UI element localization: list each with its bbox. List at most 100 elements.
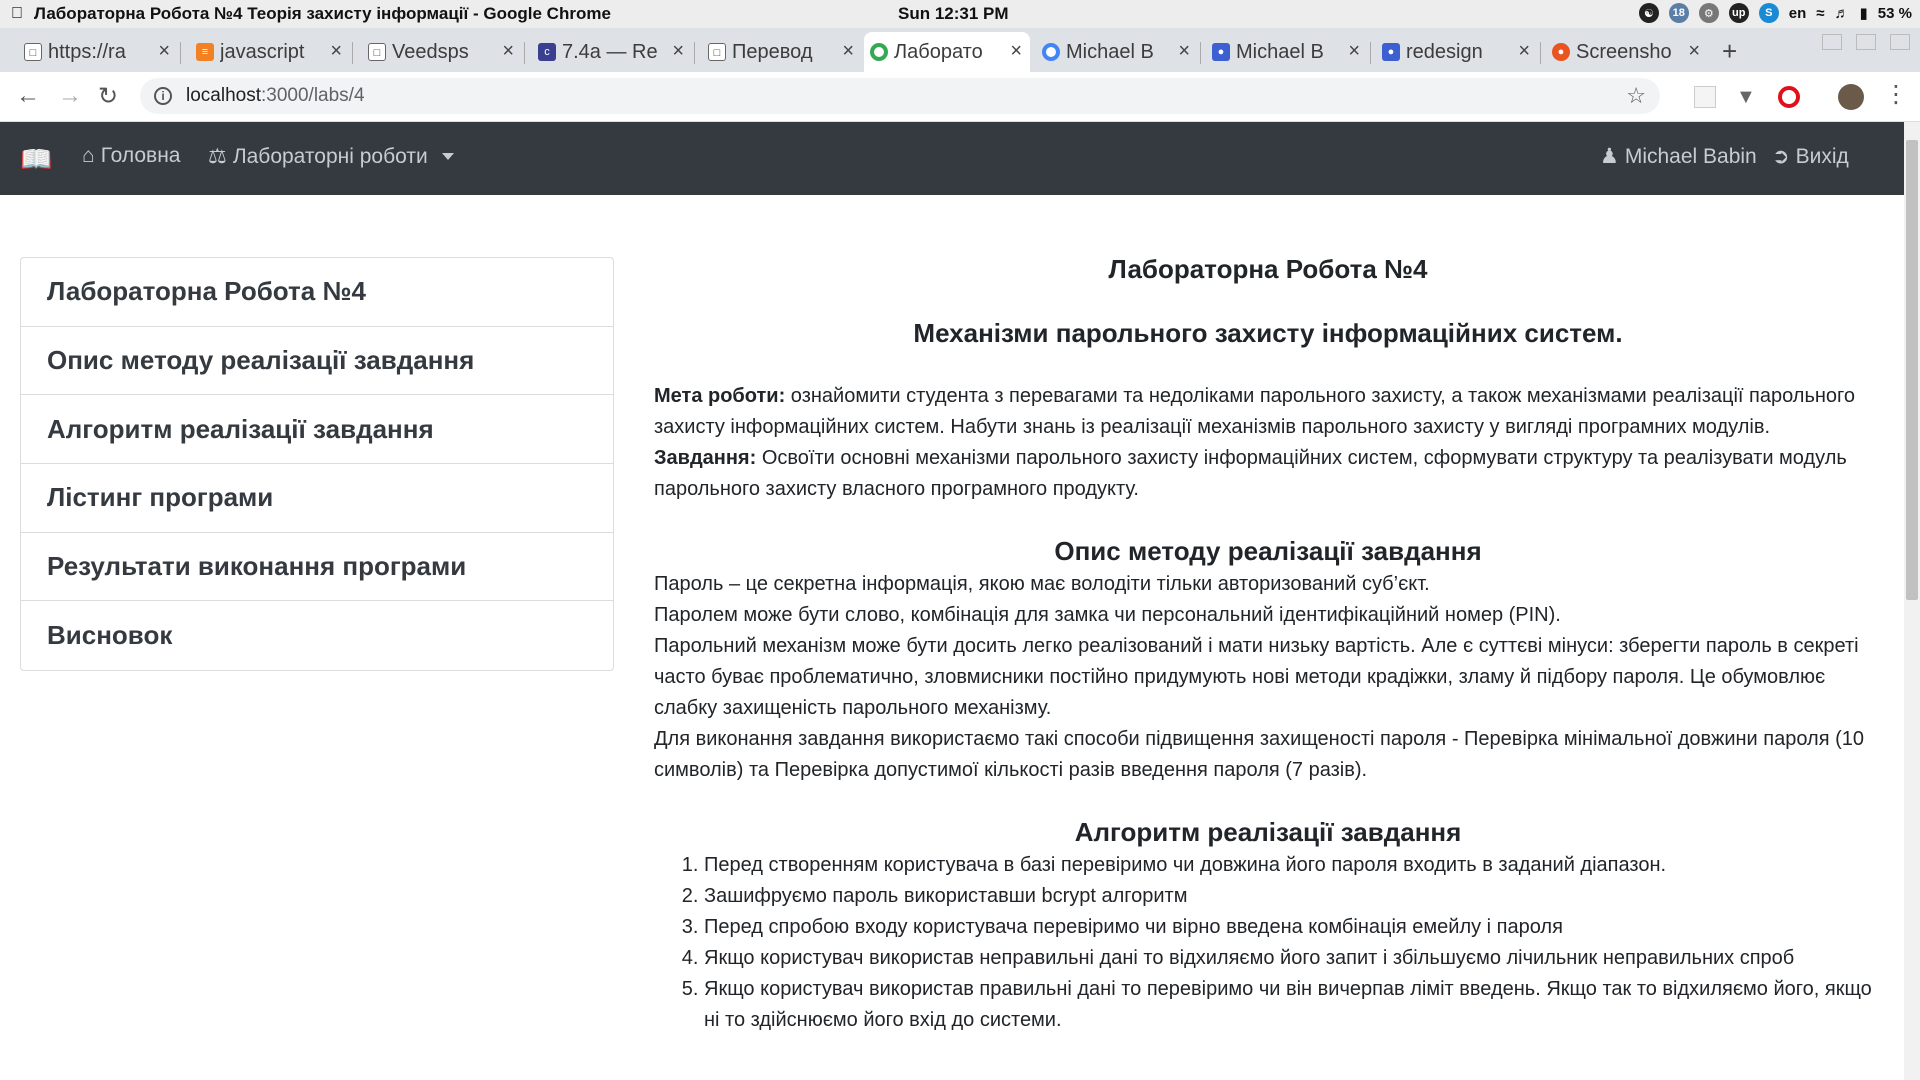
settings-gear-icon[interactable]: ⚙ [1698,3,1719,23]
tab-7[interactable]: Michael B × [1036,32,1198,72]
tab-4[interactable]: c 7.4a — Re × [532,32,692,72]
battery-icon[interactable]: ▮ [1860,4,1868,22]
keyboard-language[interactable]: en [1789,5,1807,22]
goal-paragraph: Мета роботи: ознайомити студента з перев… [654,381,1882,443]
task-paragraph: Завдання: Освоїти основні механізми паро… [654,443,1882,505]
close-tab-icon[interactable]: × [1348,40,1360,63]
accessibility-icon[interactable]: ☯ [1638,3,1659,23]
url-path: :3000/labs/4 [261,85,365,106]
clock[interactable]: Sun 12:31 PM [898,4,1009,24]
address-bar-row: ← → ↻ i localhost:3000/labs/4 ☆ ▼ ⋮ [0,72,1920,122]
nav-home[interactable]: ⌂ Головна [82,144,180,168]
app-icon: ● [1382,43,1400,61]
ubuntu-icon: ● [1552,43,1570,61]
opera-icon[interactable] [1778,86,1800,108]
close-tab-icon[interactable]: × [502,40,514,63]
system-tray: ☯ 18 ⚙ up S en ≈ ♬ ▮ 53 % [1638,3,1912,23]
sidebar-item-listing[interactable]: Лістинг програми [21,464,613,533]
algorithm-step: Перед створенням користувача в базі пере… [704,850,1882,881]
chrome-icon [1042,43,1060,61]
sidebar-item-conclusion[interactable]: Висновок [21,601,613,670]
close-tab-icon[interactable]: × [1010,40,1022,63]
tab-6-active[interactable]: Лаборато × [864,32,1030,72]
goal-label: Мета роботи: [654,385,786,407]
window-controls [1822,34,1910,50]
close-tab-icon[interactable]: × [842,40,854,63]
tab-9[interactable]: ● redesign × [1376,32,1538,72]
sidebar-item-algorithm[interactable]: Алгоритм реалізації завдання [21,395,613,465]
user-icon: ♟ [1600,145,1619,168]
task-text: Освоїти основні механізми парольного зах… [654,447,1847,500]
tab-10[interactable]: ● Screensho × [1546,32,1708,72]
vue-devtools-icon[interactable]: ▼ [1736,86,1758,108]
skype-icon[interactable]: S [1758,3,1779,23]
close-tab-icon[interactable]: × [1178,40,1190,63]
upwork-icon[interactable]: up [1728,3,1749,23]
apple-menu-icon[interactable]:  [0,5,34,23]
nav-logout[interactable]: ➲ Вихід [1772,144,1849,169]
page-subtitle: Механізми парольного захисту інформаційн… [913,318,1623,348]
badge-icon[interactable]: 18 [1668,3,1689,23]
home-icon: ⌂ [82,144,95,167]
close-tab-icon[interactable]: × [330,40,342,63]
volume-icon[interactable]: ♬ [1835,5,1850,22]
window-title: Лабораторна Робота №4 Теорія захисту інф… [34,4,611,23]
app-navbar: 📖 ⌂ Головна ⚖ Лабораторні роботи ♟ Micha… [0,122,1904,195]
goal-text: ознайомити студента з перевагами та недо… [654,385,1856,438]
flask-icon: ⚖ [208,145,227,168]
wifi-icon[interactable]: ≈ [1816,5,1824,22]
new-tab-icon[interactable]: + [1722,36,1737,67]
sidebar-item-results[interactable]: Результати виконання програми [21,533,613,602]
sidebar-item-method[interactable]: Опис методу реалізації завдання [21,327,613,396]
tab-8[interactable]: ● Michael B × [1206,32,1368,72]
page-title: Лабораторна Робота №4 [1108,254,1428,284]
close-tab-icon[interactable]: × [672,40,684,63]
algorithm-heading: Алгоритм реалізації завдання [1074,817,1462,847]
url-input[interactable]: i localhost:3000/labs/4 ☆ [140,78,1660,114]
forward-icon[interactable]: → [58,82,82,110]
tab-1[interactable]: □ https://ra × [18,32,178,72]
extension-icon[interactable] [1694,86,1716,108]
cpp-icon: c [538,43,556,61]
info-icon[interactable]: i [154,87,172,105]
tab-2[interactable]: ≡ javascript × [190,32,350,72]
page-icon: □ [368,43,386,61]
sidebar-nav: Лабораторна Робота №4 Опис методу реаліз… [20,257,614,672]
tab-strip: □ https://ra × ≡ javascript × □ Veedsps … [0,28,1920,72]
page-scrollbar-thumb[interactable] [1906,140,1918,600]
close-tab-icon[interactable]: × [1688,40,1700,63]
page-icon: □ [24,43,42,61]
app-icon: ● [1212,43,1230,61]
method-paragraph: Парольний механізм може бути досить легк… [654,635,1859,719]
method-paragraph: Пароль – це секретна інформація, якою ма… [654,573,1430,595]
os-top-bar:  Лабораторна Робота №4 Теорія захисту і… [0,0,1920,28]
url-host: localhost [186,85,261,106]
algorithm-step: Якщо користувач використав правильні дан… [704,974,1882,1036]
bookmark-star-icon[interactable]: ☆ [1626,83,1646,109]
chrome-icon [870,43,888,61]
tab-3[interactable]: □ Veedsps × [362,32,522,72]
profile-avatar[interactable] [1838,84,1864,110]
method-paragraph: Для виконання завдання використаємо такі… [654,728,1864,781]
sign-out-icon: ➲ [1772,145,1790,168]
method-paragraph: Паролем може бути слово, комбінація для … [654,604,1561,626]
nav-user[interactable]: ♟ Michael Babin [1600,144,1757,169]
close-window-icon[interactable] [1890,34,1910,50]
close-tab-icon[interactable]: × [158,40,170,63]
reload-icon[interactable]: ↻ [98,82,118,111]
chrome-menu-icon[interactable]: ⋮ [1884,80,1908,109]
back-icon[interactable]: ← [16,82,40,110]
method-heading: Опис методу реалізації завдання [1054,536,1482,566]
restore-icon[interactable] [1856,34,1876,50]
stackoverflow-icon: ≡ [196,43,214,61]
caret-down-icon [441,153,454,160]
close-tab-icon[interactable]: × [1518,40,1530,63]
tab-5[interactable]: □ Перевод × [702,32,862,72]
task-label: Завдання: [654,447,757,469]
battery-percent: 53 % [1877,4,1912,22]
book-logo-icon[interactable]: 📖 [20,144,52,175]
minimize-icon[interactable] [1822,34,1842,50]
sidebar-item-lab4[interactable]: Лабораторна Робота №4 [21,258,613,327]
nav-labs-dropdown[interactable]: ⚖ Лабораторні роботи [208,144,454,169]
page-icon: □ [708,43,726,61]
